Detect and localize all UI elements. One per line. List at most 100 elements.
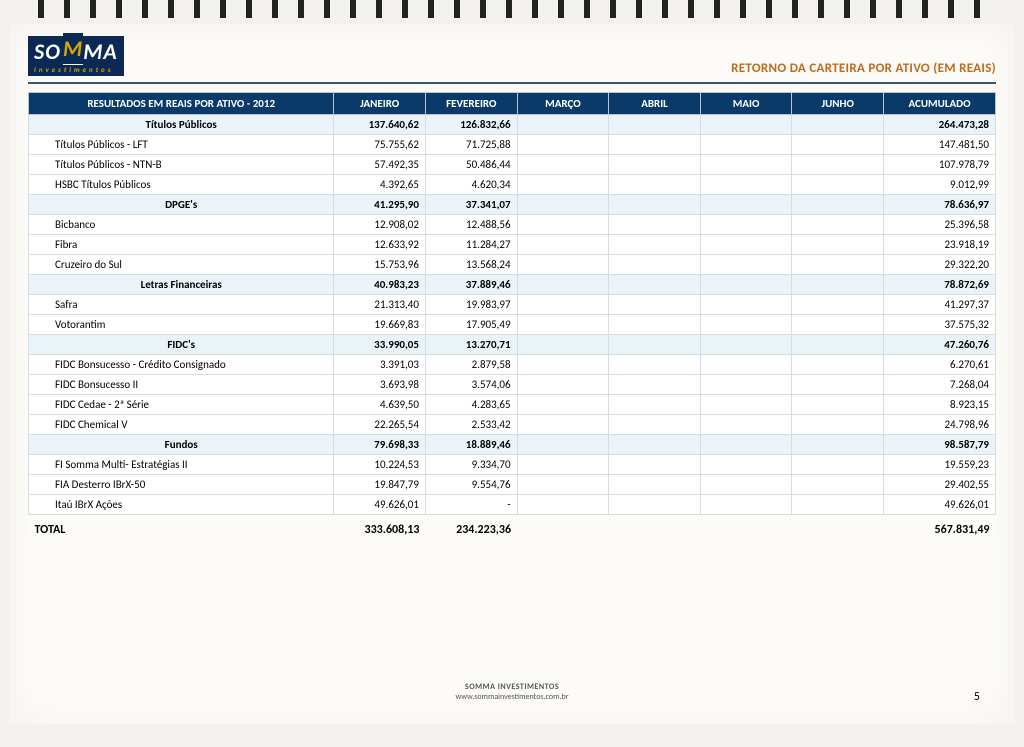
row-value	[517, 175, 609, 195]
row-value: 107.978,79	[884, 155, 996, 175]
row-value: 567.831,49	[884, 515, 996, 541]
row-value	[792, 295, 884, 315]
row-value: 37.575,32	[884, 315, 996, 335]
row-value	[700, 255, 792, 275]
table-row: FI Somma Multi- Estratégias II10.224,539…	[29, 455, 996, 475]
table-row: Títulos Públicos - LFT75.755,6271.725,88…	[29, 135, 996, 155]
row-value	[700, 375, 792, 395]
row-value	[700, 215, 792, 235]
row-value: 12.488,56	[425, 215, 517, 235]
row-value	[609, 215, 701, 235]
page-number: 5	[974, 690, 980, 704]
row-value: 2.533,42	[425, 415, 517, 435]
table-row: FIDC Chemical V22.265,542.533,4224.798,9…	[29, 415, 996, 435]
row-value: 24.798,96	[884, 415, 996, 435]
row-value	[517, 115, 609, 135]
row-value: 7.268,04	[884, 375, 996, 395]
row-label: Cruzeiro do Sul	[29, 255, 334, 275]
row-label: FIDC Bonsucesso II	[29, 375, 334, 395]
row-value	[792, 515, 884, 541]
group-row: Fundos79.698,3318.889,4698.587,79	[29, 435, 996, 455]
row-value	[517, 395, 609, 415]
table-row: Bicbanco12.908,0212.488,5625.396,58	[29, 215, 996, 235]
row-label: FIDC Chemical V	[29, 415, 334, 435]
row-value	[609, 275, 701, 295]
row-label: FIDC Bonsucesso - Crédito Consignado	[29, 355, 334, 375]
row-value: 333.608,13	[334, 515, 426, 541]
group-row: FIDC's33.990,0513.270,7147.260,76	[29, 335, 996, 355]
row-value	[700, 195, 792, 215]
row-value	[517, 495, 609, 515]
row-value: 19.847,79	[334, 475, 426, 495]
row-value	[609, 515, 701, 541]
col-acumulado: ACUMULADO	[884, 93, 996, 115]
row-value: 78.636,97	[884, 195, 996, 215]
row-value	[792, 135, 884, 155]
row-value	[792, 195, 884, 215]
table-row: FIDC Cedae - 2ª Série4.639,504.283,658.9…	[29, 395, 996, 415]
row-value	[792, 155, 884, 175]
row-value	[700, 275, 792, 295]
row-value: 9.012,99	[884, 175, 996, 195]
row-label: Itaú IBrX Ações	[29, 495, 334, 515]
row-value: 78.872,69	[884, 275, 996, 295]
row-value	[700, 515, 792, 541]
row-value: 4.283,65	[425, 395, 517, 415]
row-value: 12.908,02	[334, 215, 426, 235]
row-value	[609, 295, 701, 315]
row-value	[700, 475, 792, 495]
row-value	[700, 235, 792, 255]
row-value	[792, 115, 884, 135]
row-value: 33.990,05	[334, 335, 426, 355]
col-marco: MARÇO	[517, 93, 609, 115]
row-value: 10.224,53	[334, 455, 426, 475]
row-value: 8.923,15	[884, 395, 996, 415]
row-value	[700, 115, 792, 135]
row-value	[517, 135, 609, 155]
col-janeiro: JANEIRO	[334, 93, 426, 115]
row-value	[700, 495, 792, 515]
row-value	[792, 395, 884, 415]
row-value	[700, 155, 792, 175]
row-value	[609, 335, 701, 355]
row-value: 264.473,28	[884, 115, 996, 135]
row-value	[700, 315, 792, 335]
row-value	[700, 455, 792, 475]
row-value	[517, 475, 609, 495]
col-junho: JUNHO	[792, 93, 884, 115]
row-value	[517, 335, 609, 355]
row-value: 49.626,01	[334, 495, 426, 515]
row-value	[609, 155, 701, 175]
row-value	[792, 175, 884, 195]
results-table: RESULTADOS EM REAIS POR ATIVO - 2012 JAN…	[28, 92, 996, 540]
row-value	[609, 195, 701, 215]
row-label: Títulos Públicos - LFT	[29, 135, 334, 155]
row-value: 11.284,27	[425, 235, 517, 255]
row-value	[609, 355, 701, 375]
row-value: 3.693,98	[334, 375, 426, 395]
row-value	[517, 515, 609, 541]
col-title: RESULTADOS EM REAIS POR ATIVO - 2012	[29, 93, 334, 115]
header-rule	[28, 82, 996, 84]
row-value: -	[425, 495, 517, 515]
row-value: 57.492,35	[334, 155, 426, 175]
row-value: 4.620,34	[425, 175, 517, 195]
row-value: 12.633,92	[334, 235, 426, 255]
row-value	[517, 195, 609, 215]
row-value	[517, 315, 609, 335]
row-value	[609, 175, 701, 195]
row-value: 126.832,66	[425, 115, 517, 135]
row-value	[517, 435, 609, 455]
row-value: 21.313,40	[334, 295, 426, 315]
row-value	[609, 315, 701, 335]
row-value	[609, 495, 701, 515]
row-value: 4.639,50	[334, 395, 426, 415]
table-row: FIDC Bonsucesso II3.693,983.574,067.268,…	[29, 375, 996, 395]
row-label: TOTAL	[29, 515, 334, 541]
row-value	[517, 455, 609, 475]
row-value	[700, 135, 792, 155]
row-value	[792, 435, 884, 455]
row-label: Fundos	[29, 435, 334, 455]
row-value	[700, 395, 792, 415]
row-label: Títulos Públicos	[29, 115, 334, 135]
